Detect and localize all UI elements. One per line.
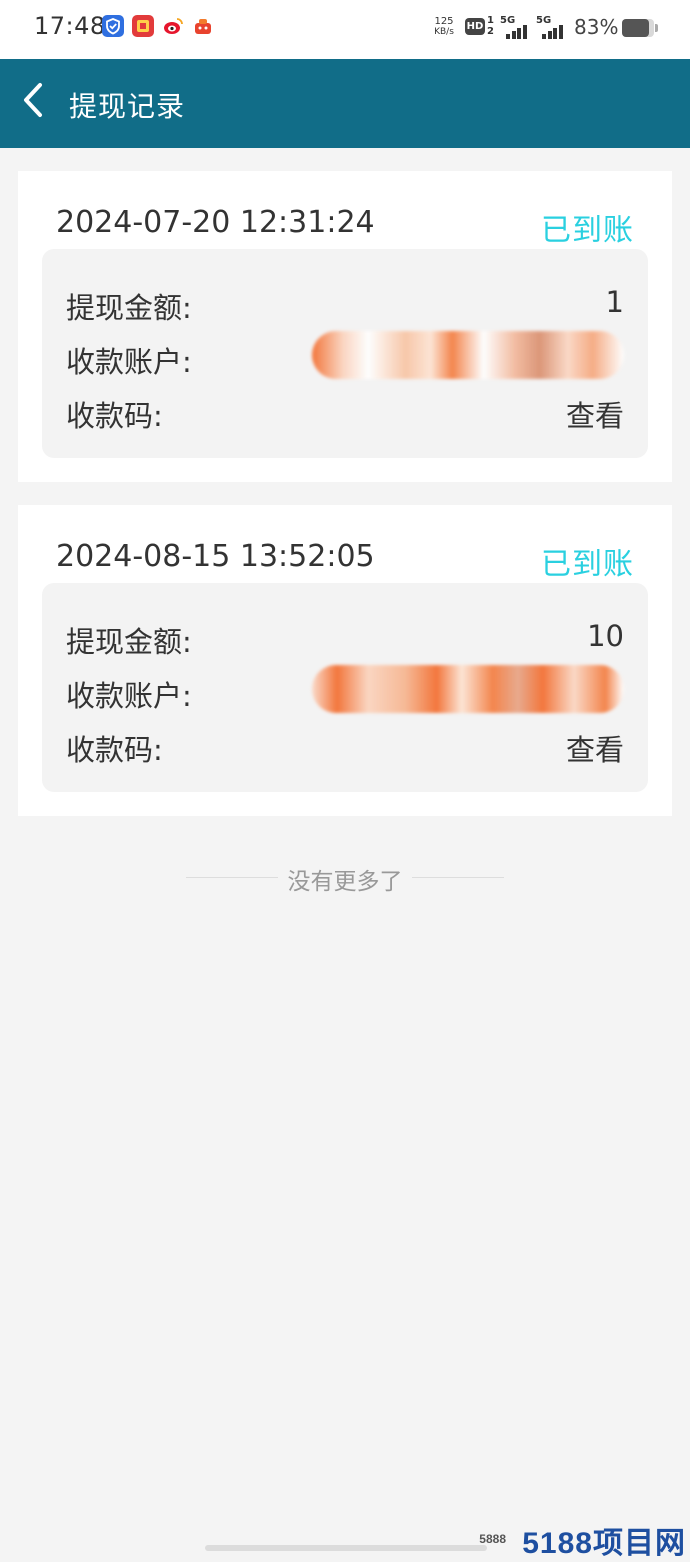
weibo-app-icon xyxy=(162,15,184,37)
account-row: 收款账户: xyxy=(66,331,624,379)
view-code-button[interactable]: 查看 xyxy=(566,393,624,435)
amount-value: 10 xyxy=(587,619,624,653)
speed-unit: KB/s xyxy=(434,27,454,37)
battery-percent: 83% xyxy=(574,15,619,39)
shield-app-icon xyxy=(102,15,124,37)
battery-fill xyxy=(622,19,649,37)
watermark-small-text: 5888 xyxy=(479,1532,506,1546)
account-label: 收款账户: xyxy=(66,679,192,713)
game-app-icon xyxy=(132,15,154,37)
watermark-logo: 5888 5188项目网 xyxy=(479,1518,686,1560)
record-detail-box: 提现金额: 1 收款账户: 收款码: 查看 xyxy=(42,249,648,458)
nav-header: 提现记录 xyxy=(0,59,690,148)
sim2-bars xyxy=(542,20,564,39)
record-card: 2024-08-15 13:52:05 已到账 提现金额: 10 收款账户: 收… xyxy=(18,505,672,816)
sim1-bars xyxy=(506,20,528,39)
account-redacted xyxy=(312,331,624,379)
speed-value: 125 xyxy=(434,16,454,27)
status-indicators: 125 KB/s HD 1 2 5G 5G 83% xyxy=(430,12,660,46)
record-detail-box: 提现金额: 10 收款账户: 收款码: 查看 xyxy=(42,583,648,792)
account-label: 收款账户: xyxy=(66,345,192,379)
status-time: 17:48 xyxy=(34,12,106,40)
signal-sim1-icon: 5G xyxy=(500,15,532,41)
record-time: 2024-07-20 12:31:24 xyxy=(56,205,375,240)
view-code-button[interactable]: 查看 xyxy=(566,727,624,769)
page-title: 提现记录 xyxy=(69,90,186,123)
battery-icon xyxy=(622,19,654,37)
account-row: 收款账户: xyxy=(66,665,624,713)
signal-sim2-icon: 5G xyxy=(536,15,568,41)
amount-label: 提现金额: xyxy=(66,625,192,659)
chevron-left-icon xyxy=(24,83,42,117)
no-more-text: 没有更多了 xyxy=(287,869,403,895)
amount-value: 1 xyxy=(605,285,624,319)
battery-cap xyxy=(655,24,658,32)
record-time: 2024-08-15 13:52:05 xyxy=(56,539,375,574)
hd-icon: HD xyxy=(465,18,485,35)
status-bar: 17:48 125 KB/s HD 1 2 5G 5G 83% xyxy=(0,0,690,59)
amount-row: 提现金额: 1 xyxy=(66,285,624,325)
record-status: 已到账 xyxy=(541,547,634,582)
hd-sub-label: 1 2 xyxy=(487,15,494,37)
home-indicator[interactable] xyxy=(205,1545,487,1551)
account-redacted xyxy=(312,665,624,713)
network-speed: 125 KB/s xyxy=(430,16,458,38)
amount-label: 提现金额: xyxy=(66,291,192,325)
withdrawal-record-list: 2024-07-20 12:31:24 已到账 提现金额: 1 收款账户: 收款… xyxy=(18,171,672,839)
back-button[interactable] xyxy=(14,79,58,123)
watermark-text: 5188项目网 xyxy=(522,1527,686,1560)
code-row: 收款码: 查看 xyxy=(66,727,624,767)
divider-line-right xyxy=(412,877,504,878)
record-card: 2024-07-20 12:31:24 已到账 提现金额: 1 收款账户: 收款… xyxy=(18,171,672,482)
no-more-divider: 没有更多了 xyxy=(0,862,690,895)
code-row: 收款码: 查看 xyxy=(66,393,624,433)
record-status: 已到账 xyxy=(541,213,634,248)
code-label: 收款码: xyxy=(66,733,163,767)
code-label: 收款码: xyxy=(66,399,163,433)
gift-app-icon xyxy=(192,15,214,37)
amount-row: 提现金额: 10 xyxy=(66,619,624,659)
